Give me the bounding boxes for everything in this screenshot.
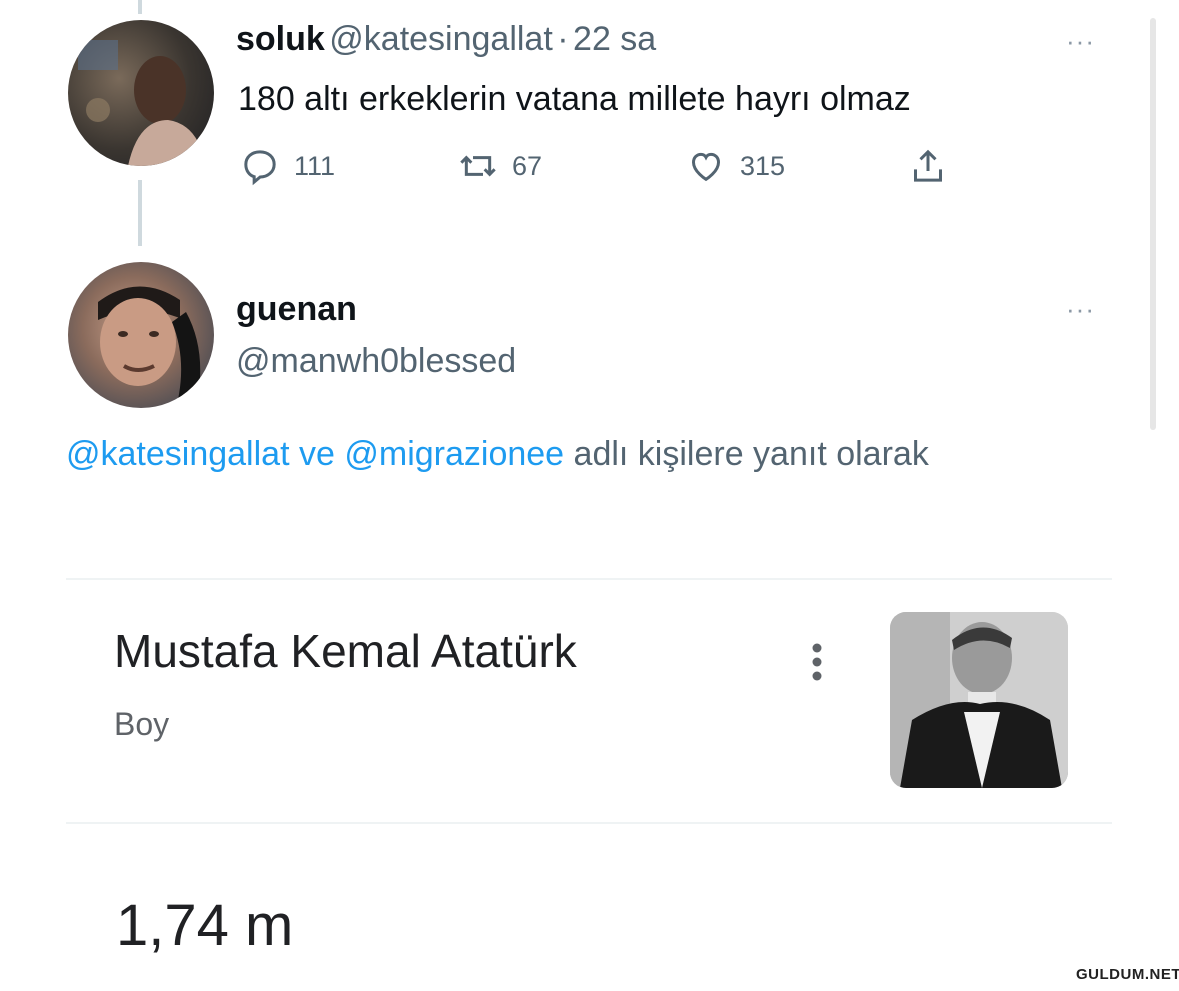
portrait-photo[interactable]	[890, 612, 1068, 788]
more-options-icon[interactable]: ···	[1066, 26, 1095, 57]
height-value: 1,74 m	[116, 893, 294, 958]
retweet-count: 67	[512, 150, 543, 181]
scrollbar[interactable]	[1150, 18, 1156, 430]
author-handle[interactable]: @katesingallat	[329, 20, 553, 58]
retweet-icon	[460, 155, 496, 177]
divider-bottom	[66, 822, 1112, 824]
divider-top	[66, 578, 1112, 580]
tweet1-header: soluk @katesingallat · 22 sa	[236, 20, 656, 59]
watermark: GULDUM.NET	[1076, 966, 1179, 983]
avatar-guenan-image	[98, 286, 201, 408]
share-button[interactable]	[908, 146, 948, 186]
mention-conjunction: ve	[298, 435, 335, 473]
avatar-soluk-image	[78, 40, 206, 166]
share-icon	[914, 149, 942, 182]
like-count: 315	[740, 150, 786, 181]
reply-author-handle[interactable]: @manwh0blessed	[236, 342, 516, 381]
author-name[interactable]: soluk	[236, 20, 325, 58]
reply-button[interactable]: 111	[240, 146, 335, 186]
reply-author-name[interactable]: guenan	[236, 290, 357, 329]
thread-line-top	[138, 0, 142, 14]
thread-line	[138, 180, 142, 246]
replying-to-suffix: adlı kişilere yanıt olarak	[573, 435, 929, 473]
tweet-text: 180 altı erkeklerin vatana millete hayrı…	[238, 80, 911, 118]
retweet-button[interactable]: 67	[458, 146, 542, 186]
reply-count: 111	[294, 150, 336, 181]
heart-icon	[691, 152, 721, 182]
mention-migrazionee[interactable]: @migrazionee	[344, 435, 564, 473]
card-more-icon[interactable]	[810, 642, 824, 687]
tweet-time[interactable]: 22 sa	[573, 20, 656, 58]
mention-katesingallat[interactable]: @katesingallat	[66, 435, 290, 473]
reply-icon	[244, 150, 276, 186]
avatar-guenan[interactable]	[68, 262, 214, 408]
reply-more-options-icon[interactable]: ···	[1066, 294, 1095, 325]
card-title[interactable]: Mustafa Kemal Atatürk	[114, 624, 577, 678]
portrait-image	[890, 612, 1068, 788]
avatar-soluk[interactable]	[68, 20, 214, 166]
card-subtitle: Boy	[114, 706, 170, 742]
like-button[interactable]: 315	[686, 146, 785, 186]
kebab-dots	[812, 643, 822, 681]
separator: ·	[557, 20, 569, 58]
replying-to: @katesingallat ve @migrazionee adlı kişi…	[66, 426, 1066, 482]
